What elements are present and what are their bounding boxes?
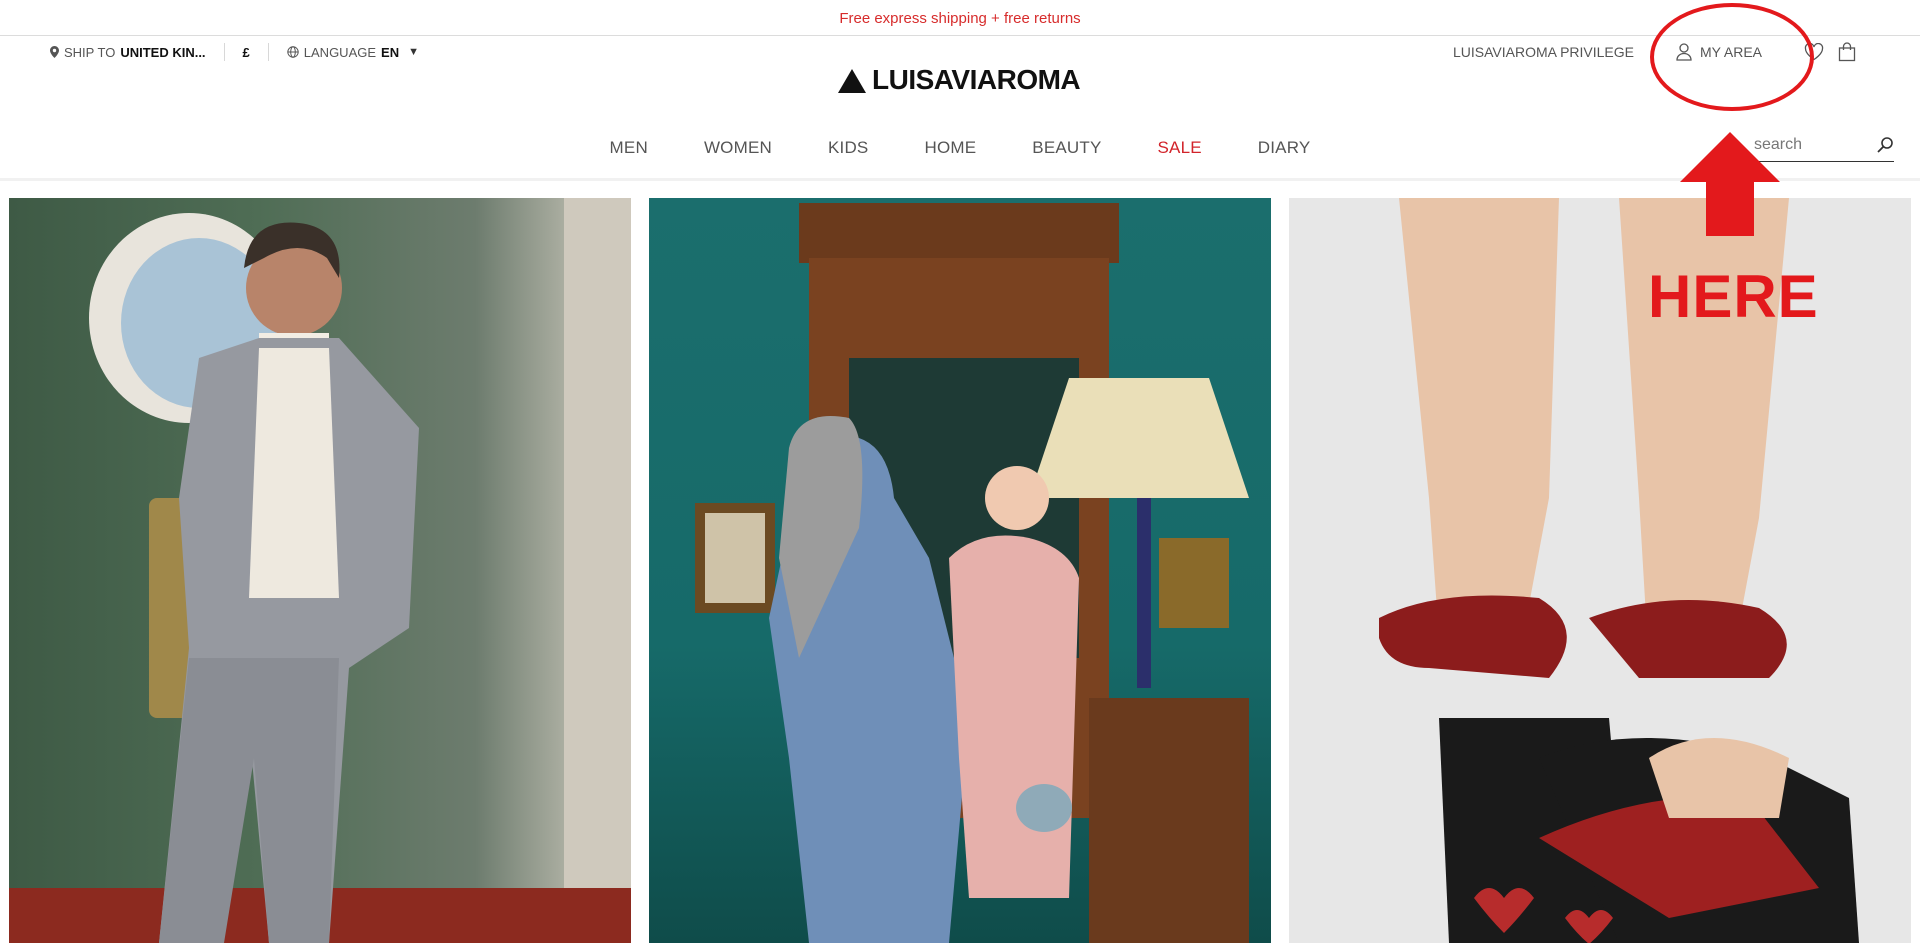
nav-item-men[interactable]: MEN — [610, 138, 648, 158]
utility-bar-left: SHIP TO UNITED KIN... £ LANGUAGE EN ▼ — [50, 43, 437, 61]
my-area-link[interactable]: MY AREA — [1676, 43, 1762, 61]
utility-bar-right: LUISAVIAROMA PRIVILEGE MY AREA — [1453, 42, 1856, 62]
my-area-label: MY AREA — [1700, 44, 1762, 60]
language-label: LANGUAGE — [303, 44, 377, 60]
privilege-link[interactable]: LUISAVIAROMA PRIVILEGE — [1453, 44, 1634, 60]
user-icon — [1676, 43, 1692, 61]
language-value: EN — [381, 44, 400, 60]
hero-image-red-heels[interactable] — [1289, 198, 1911, 943]
cart-button[interactable] — [1838, 42, 1856, 62]
currency-selector[interactable]: £ — [225, 43, 269, 61]
wishlist-button[interactable] — [1804, 43, 1824, 61]
ship-to-selector[interactable]: SHIP TO UNITED KIN... — [50, 43, 225, 61]
site-logo[interactable]: LUISAVIAROMA — [838, 64, 1081, 96]
logo-text: LUISAVIAROMA — [872, 64, 1081, 95]
nav-item-beauty[interactable]: BEAUTY — [1032, 138, 1101, 158]
nav-item-women[interactable]: WOMEN — [704, 138, 772, 158]
search-input[interactable] — [1752, 135, 1862, 154]
globe-icon — [287, 46, 299, 58]
nav-item-diary[interactable]: DIARY — [1258, 138, 1311, 158]
nav-item-sale[interactable]: SALE — [1158, 138, 1202, 158]
ship-to-label: SHIP TO — [64, 44, 116, 60]
location-pin-icon — [50, 46, 59, 58]
bag-icon — [1838, 42, 1856, 62]
nav-item-home[interactable]: HOME — [924, 138, 976, 158]
logo-triangle-icon — [838, 68, 866, 93]
ship-to-value: UNITED KIN... — [120, 44, 206, 60]
promo-text: Free express shipping + free returns — [839, 10, 1081, 27]
currency-value: £ — [242, 44, 250, 60]
search-box — [1752, 128, 1894, 162]
search-icon[interactable] — [1876, 136, 1894, 154]
heart-icon — [1804, 43, 1824, 61]
hero-image-3-art — [1379, 198, 1859, 943]
hero-image-women-denim-coat[interactable] — [649, 198, 1271, 943]
caret-down-icon: ▼ — [408, 46, 419, 58]
language-selector[interactable]: LANGUAGE EN ▼ — [269, 43, 437, 61]
nav-item-kids[interactable]: KIDS — [828, 138, 868, 158]
promo-bar: Free express shipping + free returns — [0, 0, 1920, 36]
hero-image-1-art — [9, 198, 631, 943]
header-divider — [0, 178, 1920, 181]
main-nav: MEN WOMEN KIDS HOME BEAUTY SALE DIARY — [0, 138, 1920, 158]
hero-image-2-art — [695, 203, 1249, 943]
hero-image-men-suit[interactable] — [9, 198, 631, 943]
